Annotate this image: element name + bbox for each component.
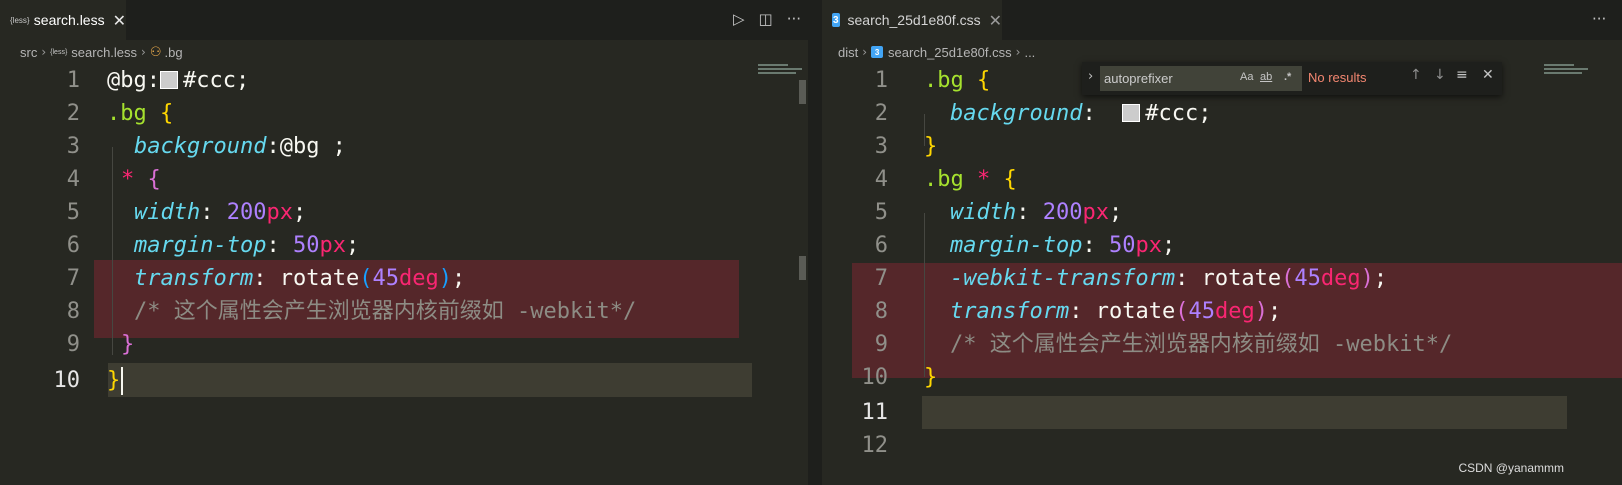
next-match-icon[interactable]: ↓ [1434, 67, 1446, 83]
color-swatch[interactable] [1122, 104, 1141, 122]
code-line-8[interactable]: transform: rotate(45deg); [950, 295, 1281, 328]
line-number: 7 [66, 266, 80, 291]
code-line-10[interactable]: } [107, 364, 120, 397]
line-number: 12 [861, 433, 889, 458]
watermark: CSDN @yanammm [1458, 461, 1564, 475]
line-number: 2 [874, 101, 888, 126]
close-icon[interactable]: ✕ [1482, 67, 1494, 83]
regex-icon[interactable]: .* [1284, 71, 1291, 83]
line-number: 8 [874, 299, 888, 324]
code-line-9[interactable]: /* 这个属性会产生浏览器内核前缀如 -webkit*/ [950, 328, 1452, 361]
line-number: 1 [66, 68, 80, 93]
run-icon[interactable]: ▷ [733, 10, 745, 28]
find-input-box: Aa ab .* [1100, 66, 1302, 91]
right-tab-bar: 3 search_25d1e80f.css ✕ ··· [822, 0, 1622, 40]
breadcrumb-item-file[interactable]: 3 search_25d1e80f.css [871, 45, 1012, 60]
find-status: No results [1308, 70, 1367, 85]
line-number: 9 [874, 332, 888, 357]
code-line-9[interactable]: } [121, 328, 134, 361]
left-editor-pane: {less} search.less ✕ ▷ ◫ ··· src › {less… [0, 0, 808, 485]
find-input[interactable] [1104, 69, 1234, 88]
text-cursor [121, 367, 123, 395]
line-number: 5 [874, 200, 888, 225]
color-swatch[interactable] [160, 71, 178, 89]
code-line-10[interactable]: } [924, 361, 937, 394]
line-number: 10 [861, 365, 889, 390]
close-icon[interactable]: ✕ [113, 11, 126, 30]
chevron-right-icon: › [1015, 45, 1021, 59]
current-line-highlight [922, 396, 1567, 429]
editor-actions: ··· [1592, 10, 1606, 28]
code-line-1[interactable]: @bg: #ccc; [107, 64, 249, 97]
code-line-5[interactable]: width: 200px; [134, 196, 306, 229]
line-number: 3 [66, 134, 80, 159]
code-line-2[interactable]: .bg { [107, 97, 173, 130]
code-line-7[interactable]: -webkit-transform: rotate(45deg); [950, 262, 1387, 295]
code-line-2[interactable]: background: #ccc; [950, 97, 1211, 130]
indent-guide [112, 147, 113, 355]
previous-match-icon[interactable]: ↑ [1410, 67, 1422, 83]
line-number: 2 [66, 101, 80, 126]
close-icon[interactable]: ✕ [989, 11, 1002, 30]
breadcrumb-item-file[interactable]: {less} search.less [50, 45, 137, 60]
left-tab-bar: {less} search.less ✕ ▷ ◫ ··· [0, 0, 808, 40]
code-line-8[interactable]: /* 这个属性会产生浏览器内核前缀如 -webkit*/ [134, 295, 636, 328]
line-number-active: 10 [53, 368, 81, 393]
css-file-icon: 3 [871, 46, 884, 58]
minimap[interactable] [1544, 62, 1592, 82]
line-number: 8 [66, 299, 80, 324]
code-line-6[interactable]: margin-top: 50px; [134, 229, 359, 262]
breadcrumb: dist › 3 search_25d1e80f.css › ... [822, 40, 1622, 64]
code-line-3[interactable]: background:@bg ; [134, 130, 346, 163]
current-line-highlight [108, 363, 752, 397]
more-actions-icon[interactable]: ··· [1592, 10, 1606, 28]
breadcrumb-item-symbol[interactable]: ⚇ .bg [150, 45, 183, 60]
scrollbar-thumb[interactable] [799, 80, 806, 104]
symbol-class-icon: ⚇ [149, 44, 162, 60]
css-file-icon: 3 [832, 13, 840, 27]
whole-word-icon[interactable]: ab [1260, 71, 1272, 83]
line-number: 3 [874, 134, 888, 159]
split-divider[interactable] [808, 0, 822, 485]
code-line-4[interactable]: * { [121, 163, 161, 196]
breadcrumb-item-more[interactable]: ... [1024, 45, 1035, 60]
code-line-4[interactable]: .bg * { [924, 163, 1017, 196]
line-number: 6 [874, 233, 888, 258]
tab-search-less[interactable]: {less} search.less ✕ [0, 0, 126, 40]
code-line-1[interactable]: .bg { [924, 64, 990, 97]
line-number: 5 [66, 200, 80, 225]
toggle-replace-icon[interactable]: › [1088, 69, 1093, 84]
less-file-icon: {less} [50, 48, 68, 56]
line-number: 4 [874, 167, 888, 192]
line-number: 7 [874, 266, 888, 291]
scrollbar-marker [799, 256, 806, 280]
split-editor-icon[interactable]: ◫ [759, 10, 773, 28]
line-number: 1 [874, 68, 888, 93]
chevron-right-icon: › [862, 45, 868, 59]
minimap[interactable] [758, 62, 806, 82]
chevron-right-icon: › [141, 45, 146, 59]
code-line-7[interactable]: transform: rotate(45deg); [134, 262, 465, 295]
tab-label: search.less [33, 12, 105, 28]
breadcrumb: src › {less} search.less › ⚇ .bg [0, 40, 808, 64]
match-case-icon[interactable]: Aa [1240, 71, 1253, 83]
line-number: 4 [66, 167, 80, 192]
tab-label: search_25d1e80f.css [847, 12, 981, 28]
find-widget: › Aa ab .* No results ↑ ↓ ≡ ✕ [1082, 62, 1502, 95]
code-line-6[interactable]: margin-top: 50px; [950, 229, 1175, 262]
breadcrumb-item-src[interactable]: src [20, 45, 37, 60]
code-line-5[interactable]: width: 200px; [950, 196, 1122, 229]
line-number: 6 [66, 233, 80, 258]
less-file-icon: {less} [10, 15, 30, 25]
chevron-right-icon: › [41, 45, 47, 59]
editor-actions: ▷ ◫ ··· [733, 10, 801, 28]
find-in-selection-icon[interactable]: ≡ [1456, 67, 1468, 83]
tab-search-css[interactable]: 3 search_25d1e80f.css ✕ [822, 0, 1002, 40]
breadcrumb-item-dist[interactable]: dist [838, 45, 858, 60]
indent-guide [924, 213, 925, 377]
more-actions-icon[interactable]: ··· [787, 10, 801, 28]
line-number-active: 11 [861, 400, 889, 425]
line-number: 9 [66, 332, 80, 357]
code-line-3[interactable]: } [924, 130, 937, 163]
